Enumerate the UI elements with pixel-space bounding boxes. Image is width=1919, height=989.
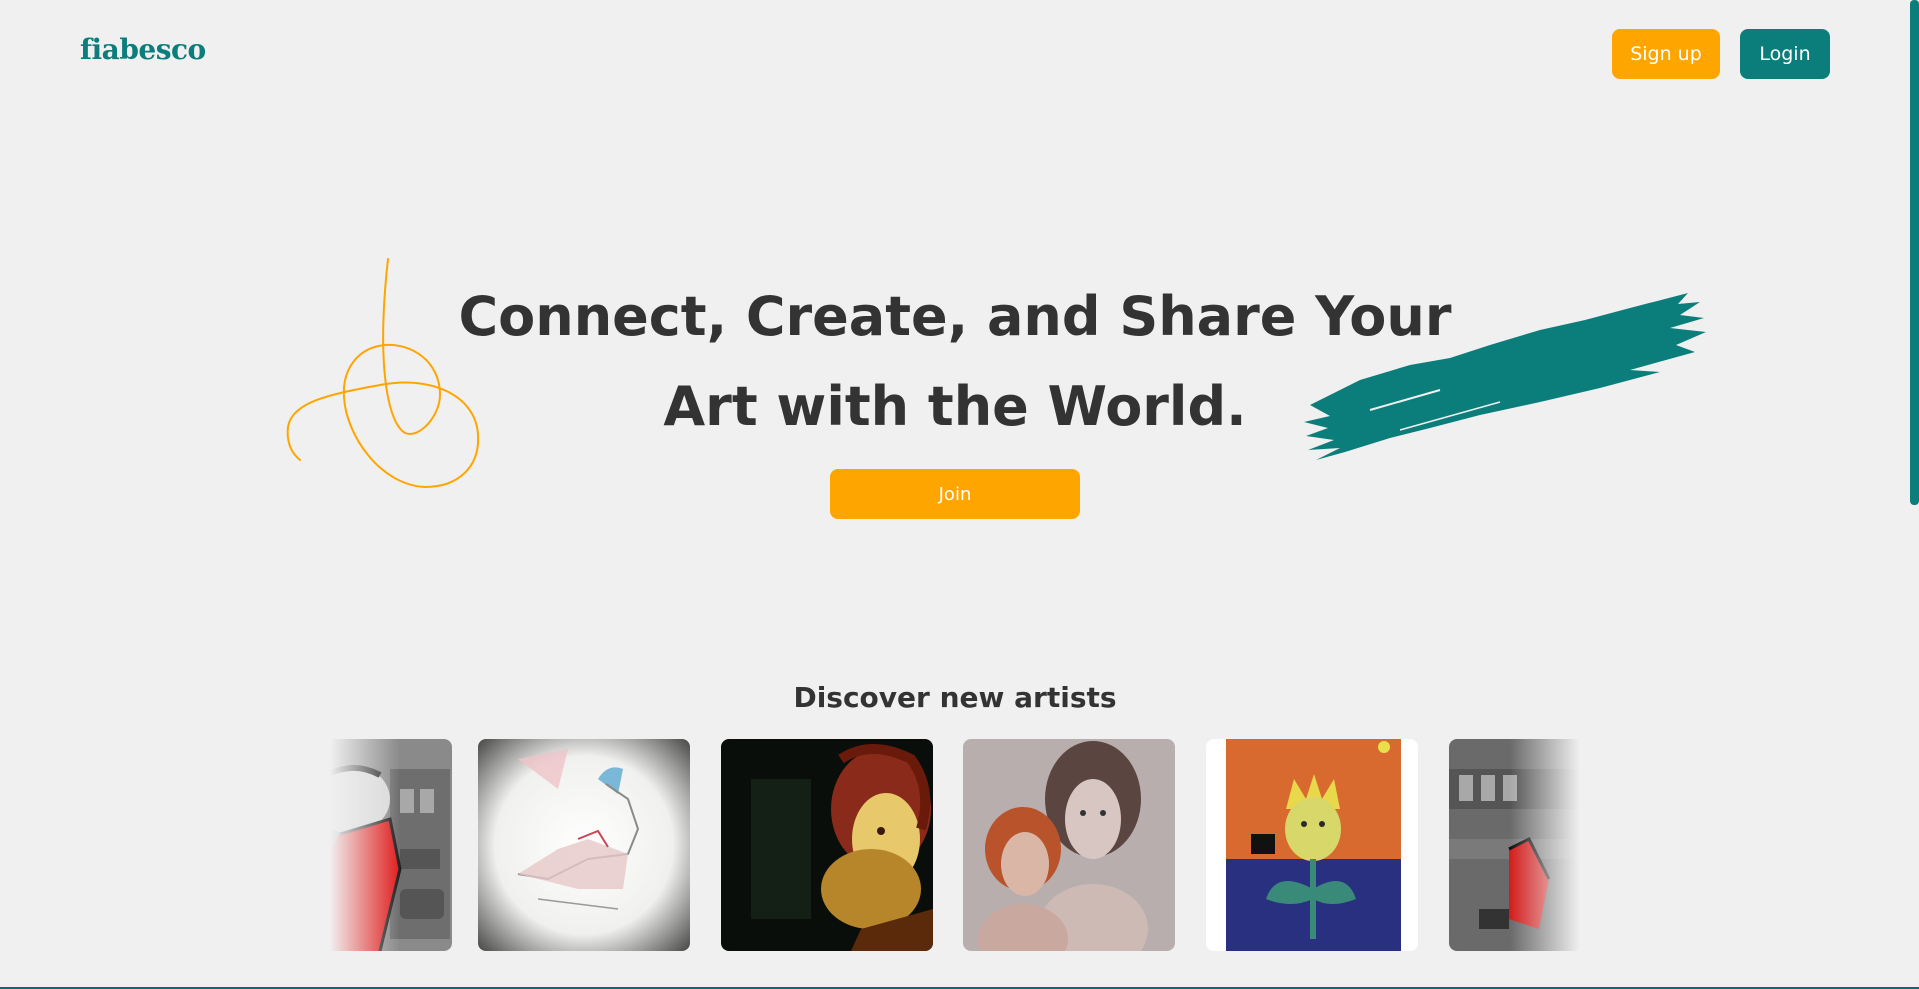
artwork-pink-sketch[interactable] bbox=[478, 739, 690, 951]
hero-title: Connect, Create, and Share Your Art with… bbox=[458, 285, 1452, 438]
join-button[interactable]: Join bbox=[830, 469, 1080, 519]
scribble-decoration bbox=[286, 258, 480, 489]
signup-button[interactable]: Sign up bbox=[1612, 29, 1720, 79]
artwork-shelf-figure[interactable] bbox=[1449, 739, 1580, 951]
discover-heading: Discover new artists bbox=[793, 681, 1117, 714]
header: fiabesco Sign up Login bbox=[0, 0, 1919, 108]
logo[interactable]: fiabesco bbox=[80, 33, 206, 66]
login-button[interactable]: Login bbox=[1740, 29, 1830, 79]
artwork-flower-face[interactable] bbox=[1206, 739, 1418, 951]
artwork-two-women[interactable] bbox=[963, 739, 1175, 951]
artwork-dark-portrait[interactable] bbox=[721, 739, 933, 951]
scrollbar-thumb[interactable] bbox=[1910, 0, 1919, 505]
artwork-red-figure[interactable] bbox=[330, 739, 452, 951]
artist-carousel[interactable] bbox=[330, 739, 1580, 951]
